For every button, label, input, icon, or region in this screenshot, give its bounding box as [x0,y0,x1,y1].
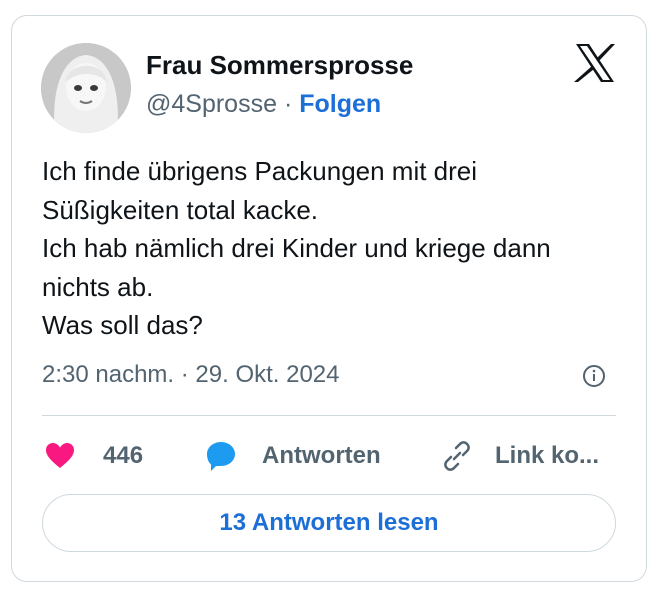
like-count: 446 [103,442,144,469]
post-text-line: nichts ab. [42,271,154,302]
copy-link-button[interactable]: Link ko... [441,436,599,476]
reply-label: Antworten [262,442,381,469]
author-name[interactable]: Frau Sommersprosse [146,50,413,81]
post-text: Ich finde übrigens Packungen mit drei Sü… [42,152,622,345]
x-logo-icon[interactable] [574,43,616,83]
post-text-line: Ich hab nämlich drei Kinder und kriege d… [42,233,551,263]
read-replies-button[interactable]: 13 Antworten lesen [42,494,616,552]
follow-link[interactable]: Folgen [299,90,381,118]
author-handle-row: @4Sprosse · Folgen [146,90,381,119]
like-button[interactable]: 446 [44,436,143,476]
heart-icon [44,440,76,472]
avatar-image [41,43,131,133]
link-icon [441,440,473,472]
divider [42,415,616,416]
copy-link-label: Link ko... [495,442,600,469]
post-text-line: Was soll das? [42,310,203,340]
author-handle[interactable]: @4Sprosse [146,90,277,118]
avatar[interactable] [41,43,131,133]
speech-bubble-icon [205,440,237,472]
separator-dot: · [283,90,293,118]
info-icon[interactable] [582,364,606,388]
post-text-line: Ich finde übrigens Packungen mit drei [42,156,478,186]
post-text-line: Süßigkeiten total kacke. [42,194,319,225]
post-timestamp[interactable]: 2:30 nachm. · 29. Okt. 2024 [42,361,340,389]
reply-button[interactable]: Antworten [205,436,381,476]
